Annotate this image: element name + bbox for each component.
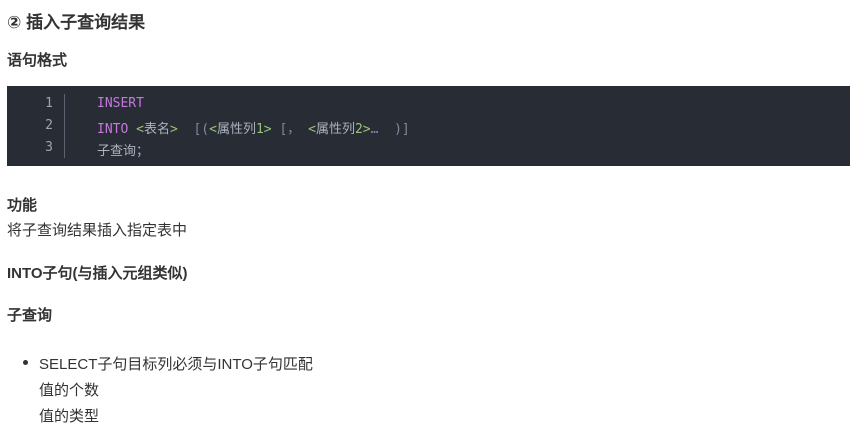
keyword: INTO	[97, 122, 129, 137]
line-number: 2	[45, 118, 53, 133]
bracket: … )]	[370, 122, 410, 137]
function-heading: 功能	[7, 197, 38, 214]
subquery-heading: 子查询	[7, 307, 53, 324]
number: 1	[255, 122, 264, 137]
angle: <	[308, 122, 316, 137]
angle: >	[169, 122, 178, 137]
code-line-2: INTO <表名> [(<属性列1> [， <属性列2>… )]	[97, 118, 410, 137]
angle: <	[209, 122, 217, 137]
angle: <	[136, 122, 144, 137]
bullet-sub-2: 值的类型	[39, 408, 100, 425]
syntax-heading: 语句格式	[7, 52, 68, 69]
bullet-icon	[23, 360, 28, 365]
section-title: ② 插入子查询结果	[7, 13, 146, 32]
code-line-3: 子查询；	[97, 144, 150, 159]
bracket: [(	[177, 122, 210, 137]
bullet-text: SELECT子句目标列必须与INTO子句匹配	[39, 356, 313, 373]
angle: >	[263, 122, 272, 137]
number: 2	[354, 122, 363, 137]
gutter-divider	[64, 94, 65, 158]
code-line-1: INSERT	[97, 96, 144, 111]
function-text: 将子查询结果插入指定表中	[7, 222, 188, 239]
placeholder: 属性列	[216, 122, 256, 137]
bracket: [，	[271, 122, 301, 137]
code-block: 1 2 3 INSERT INTO <表名> [(<属性列1> [， <属性列2…	[7, 86, 850, 166]
line-number: 1	[45, 96, 53, 111]
placeholder: 属性列	[315, 122, 355, 137]
angle: >	[362, 122, 371, 137]
line-number: 3	[45, 140, 53, 155]
bullet-sub-1: 值的个数	[39, 382, 100, 399]
into-heading: INTO子句(与插入元组类似)	[7, 265, 188, 282]
placeholder: 表名	[143, 122, 170, 137]
